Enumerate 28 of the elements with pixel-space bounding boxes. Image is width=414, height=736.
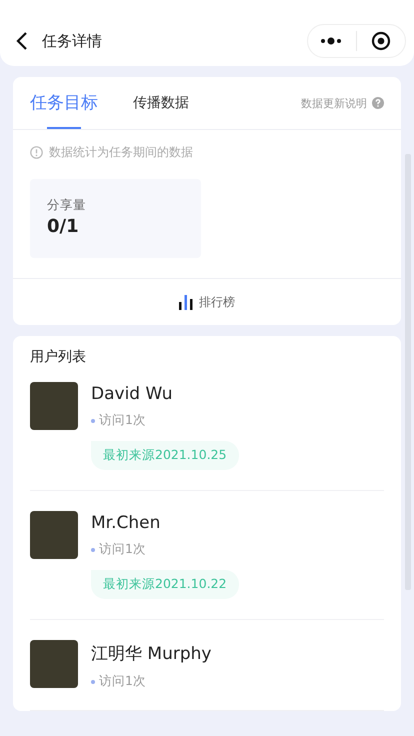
user-name: David Wu: [91, 384, 172, 404]
bar-chart-icon[interactable]: [179, 294, 193, 310]
avatar-photo-placeholder: [30, 382, 78, 430]
tab[interactable]: 传播数据: [133, 77, 189, 129]
visit-count: 访问1次: [99, 412, 146, 429]
avatar-photo-placeholder: [30, 511, 78, 559]
info-icon: [30, 146, 43, 159]
bullet-icon: [91, 680, 95, 684]
more-icon[interactable]: [320, 37, 342, 45]
visit-count: 访问1次: [99, 673, 146, 690]
update-note-link[interactable]: 数据更新说明: [301, 96, 367, 110]
visit-count: 访问1次: [99, 541, 146, 558]
user-name: 江明华 Murphy: [91, 643, 212, 665]
avatar-photo-placeholder: [30, 640, 78, 688]
section-title: 用户列表: [30, 348, 87, 366]
stat-value: 0/1: [47, 216, 80, 237]
user-name: Mr.Chen: [91, 513, 160, 533]
source-tag: 最初来源2021.10.22: [91, 570, 239, 599]
stat-label: 分享量: [47, 197, 87, 214]
ranking-link[interactable]: 排行榜: [199, 294, 235, 310]
bullet-icon: [91, 418, 95, 422]
bullet-icon: [91, 548, 95, 552]
back-icon[interactable]: [16, 32, 28, 50]
page-title: 任务详情: [42, 32, 103, 50]
source-tag: 最初来源2021.10.25: [91, 441, 239, 470]
tab[interactable]: 任务目标: [30, 77, 98, 129]
target-icon[interactable]: [371, 31, 391, 51]
notice-text: 数据统计为任务期间的数据: [49, 144, 193, 161]
